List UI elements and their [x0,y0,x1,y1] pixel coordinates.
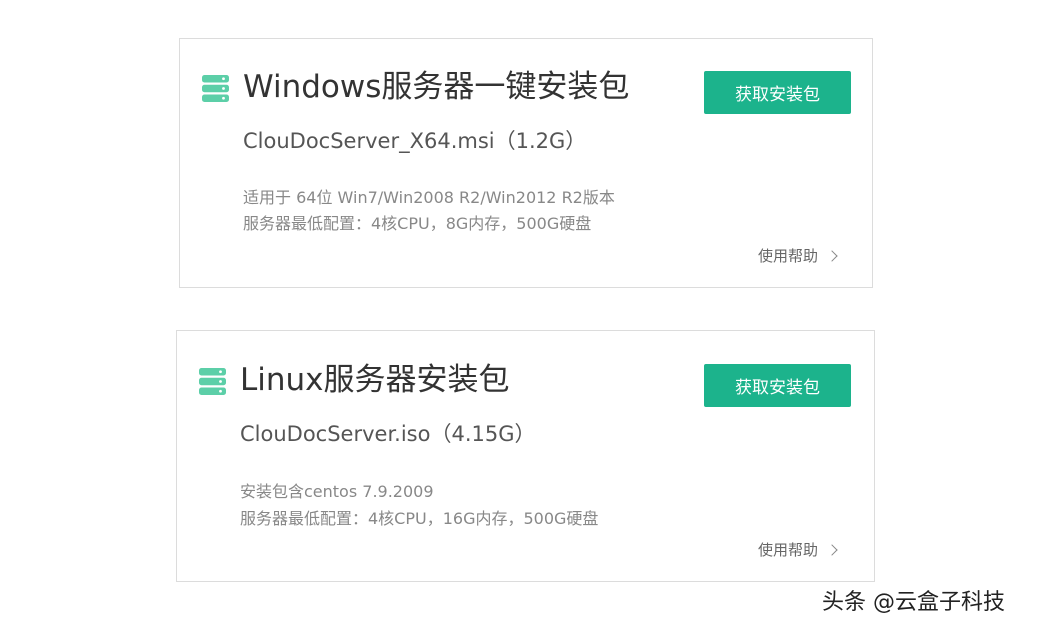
package-file-name: ClouDocServer_X64.msi（1.2G） [243,129,587,153]
get-package-button[interactable]: 获取安装包 [704,364,851,407]
usage-help-label: 使用帮助 [758,541,819,559]
usage-help-link[interactable]: 使用帮助 [758,245,838,266]
linux-package-card: Linux服务器安装包 ClouDocServer.iso（4.15G） 安装包… [176,330,875,582]
package-min-config-text: 服务器最低配置：4核CPU，8G内存，500G硬盘 [243,214,592,233]
windows-package-card: Windows服务器一键安装包 ClouDocServer_X64.msi（1.… [179,38,873,288]
source-watermark: 头条 @云盒子科技 [822,590,1005,615]
chevron-right-icon [826,543,838,556]
package-compatibility-text: 适用于 64位 Win7/Win2008 R2/Win2012 R2版本 [243,188,615,207]
usage-help-label: 使用帮助 [758,247,819,265]
package-min-config-text: 服务器最低配置：4核CPU，16G内存，500G硬盘 [240,509,599,528]
usage-help-link[interactable]: 使用帮助 [758,539,838,560]
package-title: Linux服务器安装包 [240,362,510,398]
chevron-right-icon [826,249,838,262]
get-package-button[interactable]: 获取安装包 [704,71,851,114]
server-stack-icon [202,75,229,102]
server-stack-icon [199,368,226,395]
package-file-name: ClouDocServer.iso（4.15G） [240,422,536,446]
package-title: Windows服务器一键安装包 [243,69,630,105]
package-contents-text: 安装包含centos 7.9.2009 [240,482,434,501]
